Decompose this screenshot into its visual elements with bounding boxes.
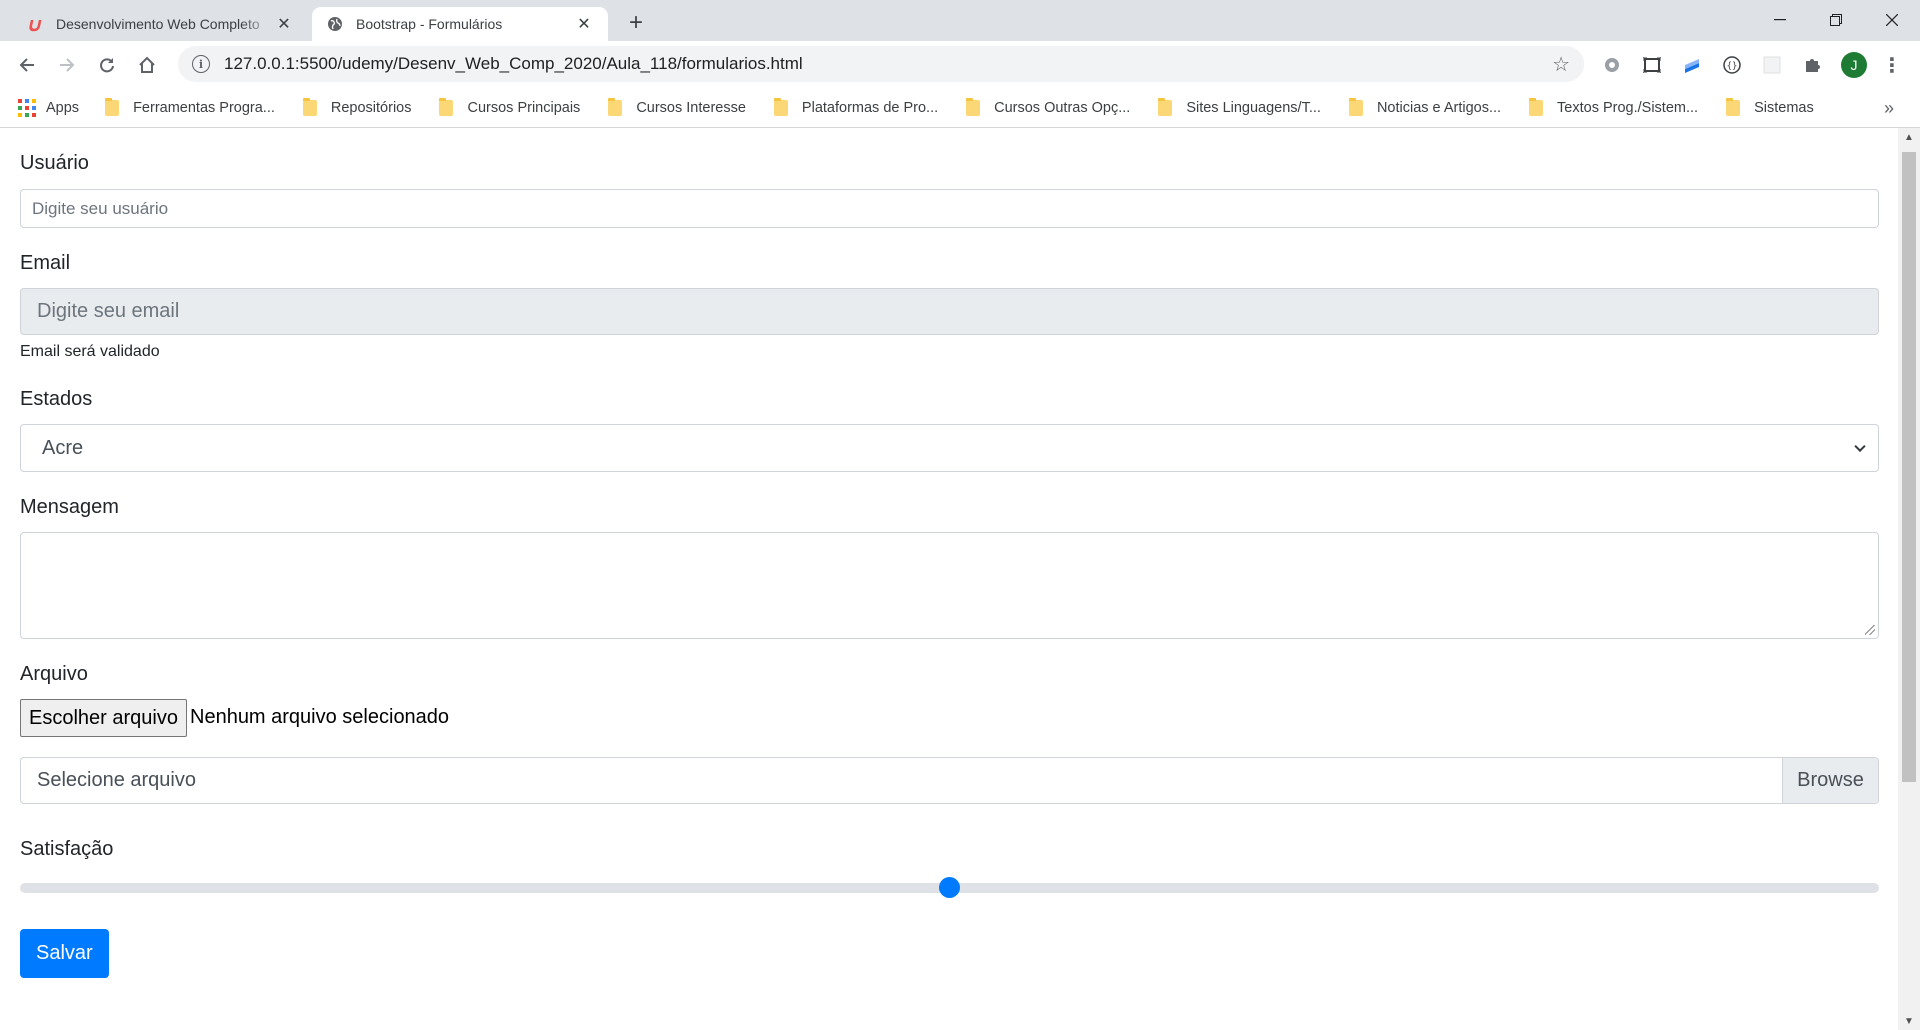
chevron-down-icon xyxy=(1854,440,1866,453)
bookmark-label: Noticias e Artigos... xyxy=(1376,99,1502,116)
bookmark-folder[interactable]: Textos Prog./Sistem... xyxy=(1523,97,1699,116)
folder-icon xyxy=(773,97,788,116)
tab-title: Bootstrap - Formulários xyxy=(356,16,503,32)
resize-handle-icon[interactable] xyxy=(1865,625,1875,635)
folder-icon xyxy=(105,97,120,116)
bookmark-label: Ferramentas Progra... xyxy=(133,99,275,116)
folder-icon xyxy=(1158,97,1173,116)
site-info-icon[interactable]: i xyxy=(192,55,210,73)
mensagem-textarea[interactable] xyxy=(20,532,1879,639)
bookmark-label: Plataformas de Pro... xyxy=(801,99,939,116)
extension-code-icon[interactable]: {} xyxy=(1721,54,1743,76)
bookmark-label: Cursos Principais xyxy=(467,99,581,116)
bookmark-apps[interactable]: Apps xyxy=(18,98,80,117)
browser-tab-strip: Desenvolvimento Web Completo ✕ Bootstrap… xyxy=(0,0,1920,41)
estados-selected: Acre xyxy=(42,436,84,459)
folder-icon xyxy=(302,97,317,116)
bookmark-folder[interactable]: Cursos Principais xyxy=(433,97,581,116)
reload-icon[interactable] xyxy=(92,50,122,80)
mensagem-label: Mensagem xyxy=(20,496,119,518)
tab-close-icon[interactable]: ✕ xyxy=(574,14,594,34)
minimize-button[interactable] xyxy=(1752,0,1808,40)
tab-close-icon[interactable]: ✕ xyxy=(274,14,294,34)
address-bar[interactable]: i 127.0.0.1:5500/udemy/Desenv_Web_Comp_2… xyxy=(178,46,1584,82)
bookmark-folder[interactable]: Cursos Outras Opç... xyxy=(960,97,1131,116)
arquivo-label: Arquivo xyxy=(20,663,88,685)
tab-desenvolvimento-web[interactable]: Desenvolvimento Web Completo ✕ xyxy=(12,7,308,41)
email-placeholder: Digite seu email xyxy=(37,300,180,322)
extension-gear-icon[interactable] xyxy=(1601,54,1623,76)
folder-icon xyxy=(1726,97,1741,116)
extension-book-icon[interactable] xyxy=(1681,54,1703,76)
bookmark-folder[interactable]: Plataformas de Pro... xyxy=(768,97,939,116)
custom-file-placeholder: Selecione arquivo xyxy=(37,769,196,791)
bookmark-folder[interactable]: Noticias e Artigos... xyxy=(1343,97,1502,116)
tab-bootstrap-formularios[interactable]: Bootstrap - Formulários ✕ xyxy=(312,7,608,41)
bookmark-label: Sites Linguagens/T... xyxy=(1186,99,1321,116)
bookmark-folder[interactable]: Ferramentas Progra... xyxy=(99,97,275,116)
usuario-input[interactable]: Digite seu usuário xyxy=(20,189,1879,228)
tab-title: Desenvolvimento Web Completo xyxy=(56,16,260,32)
usuario-placeholder: Digite seu usuário xyxy=(32,198,169,218)
svg-text:{}: {} xyxy=(1727,62,1738,72)
browser-menu-icon[interactable]: ⋮ xyxy=(1882,52,1902,78)
home-icon[interactable] xyxy=(132,50,162,80)
folder-icon xyxy=(608,97,623,116)
udemy-icon xyxy=(26,15,44,33)
scroll-down-arrow-icon[interactable]: ▼ xyxy=(1898,1012,1920,1030)
bookmark-star-icon[interactable]: ☆ xyxy=(1552,52,1570,77)
bookmarks-overflow-icon[interactable]: » xyxy=(1884,88,1894,128)
puzzle-extensions-icon[interactable] xyxy=(1801,54,1823,76)
extension-blank-icon[interactable] xyxy=(1761,54,1783,76)
bookmark-label: Sistemas xyxy=(1754,99,1814,116)
usuario-label: Usuário xyxy=(20,152,89,174)
close-window-button[interactable] xyxy=(1864,0,1920,40)
new-tab-button[interactable]: + xyxy=(622,9,650,37)
bookmark-label: Textos Prog./Sistem... xyxy=(1557,99,1699,116)
url-text: 127.0.0.1:5500/udemy/Desenv_Web_Comp_202… xyxy=(224,54,803,73)
folder-icon xyxy=(439,97,454,116)
back-arrow-icon[interactable] xyxy=(12,50,42,80)
estados-label: Estados xyxy=(20,388,93,410)
bookmarks-bar: Apps Ferramentas Progra... Repositórios … xyxy=(0,88,1920,128)
bookmark-label: Cursos Outras Opç... xyxy=(994,99,1131,116)
profile-avatar[interactable]: J xyxy=(1841,52,1867,78)
choose-file-button[interactable]: Escolher arquivo xyxy=(20,699,187,737)
salvar-button[interactable]: Salvar xyxy=(20,929,109,978)
browse-button[interactable]: Browse xyxy=(1782,758,1878,803)
folder-icon xyxy=(966,97,981,116)
bookmark-folder[interactable]: Repositórios xyxy=(297,97,412,116)
apps-grid-icon xyxy=(18,98,36,117)
estados-select[interactable]: Acre xyxy=(20,424,1879,472)
restore-button[interactable] xyxy=(1808,0,1864,40)
email-label: Email xyxy=(20,252,71,274)
bookmark-folder[interactable]: Sistemas xyxy=(1720,97,1814,116)
page-scrollbar[interactable]: ▲ ▼ xyxy=(1898,128,1920,1030)
forward-arrow-icon[interactable] xyxy=(52,50,82,80)
custom-file-input[interactable]: Selecione arquivo Browse xyxy=(20,757,1879,804)
bookmark-label: Cursos Interesse xyxy=(636,99,746,116)
bookmark-label: Repositórios xyxy=(330,99,412,116)
scrollbar-thumb[interactable] xyxy=(1902,152,1916,782)
folder-icon xyxy=(1529,97,1544,116)
screenshot-extension-icon[interactable] xyxy=(1641,54,1663,76)
file-status-text: Nenhum arquivo selecionado xyxy=(190,706,450,728)
satisfacao-range-thumb[interactable] xyxy=(939,877,960,898)
bookmark-folder[interactable]: Cursos Interesse xyxy=(602,97,746,116)
bookmark-folder[interactable]: Sites Linguagens/T... xyxy=(1152,97,1321,116)
browser-toolbar: i 127.0.0.1:5500/udemy/Desenv_Web_Comp_2… xyxy=(0,41,1920,88)
bookmark-label: Apps xyxy=(46,99,80,116)
folder-icon xyxy=(1348,97,1363,116)
satisfacao-label: Satisfação xyxy=(20,838,114,860)
email-field[interactable]: Digite seu email xyxy=(20,288,1879,335)
email-help-text: Email será validado xyxy=(20,343,160,360)
globe-icon xyxy=(326,15,344,33)
scroll-up-arrow-icon[interactable]: ▲ xyxy=(1898,128,1920,146)
